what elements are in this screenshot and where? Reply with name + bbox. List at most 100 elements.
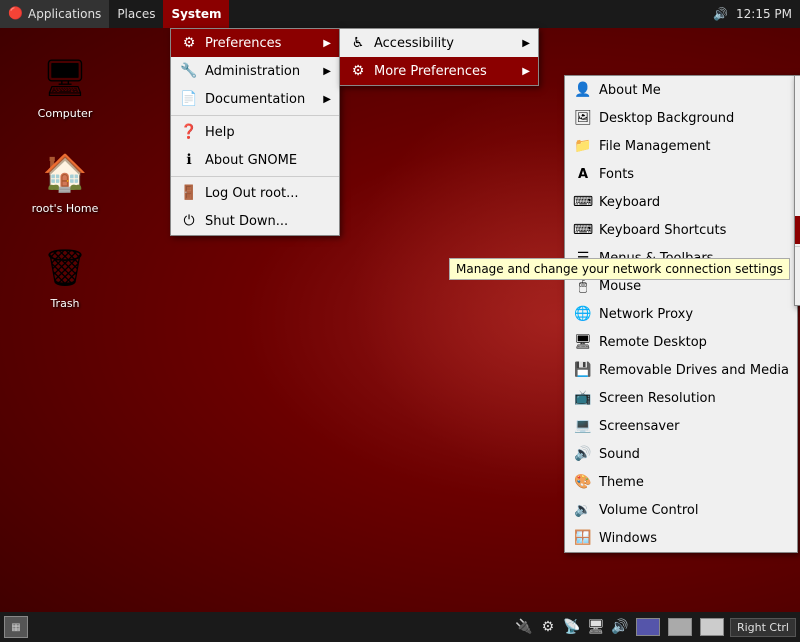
volume-control-label: Volume Control	[599, 503, 789, 518]
windows-icon: 🪟	[573, 528, 593, 548]
windows-label: Windows	[599, 531, 789, 546]
keyboard-label: Keyboard	[599, 195, 789, 210]
menu-item-screensaver[interactable]: 💻 Screensaver	[565, 412, 797, 440]
more-prefs-arrow: ▶	[522, 66, 530, 77]
documentation-label: Documentation	[205, 92, 315, 107]
menu-item-shutdown[interactable]: ⏻ Shut Down...	[171, 207, 339, 235]
mouse-label: Mouse	[599, 279, 789, 294]
computer-label: Computer	[35, 106, 96, 121]
show-desktop-button[interactable]: ▦	[4, 616, 28, 638]
menu-item-administration[interactable]: 🔧 Administration ▶	[171, 57, 339, 85]
accessibility-arrow: ▶	[522, 38, 530, 49]
menu-item-input-method[interactable]: ⌨ Input Method	[795, 132, 800, 160]
menu-item-sessions[interactable]: 🔄 Sessions	[795, 277, 800, 305]
menu-item-multimedia[interactable]: 🎵 Multimedia Systems Selector	[795, 188, 800, 216]
menu-item-mouse[interactable]: 🖱 Mouse	[565, 272, 797, 300]
more-prefs-label: More Preferences	[374, 64, 514, 79]
right-ctrl-label: Right Ctrl	[730, 618, 796, 637]
menu-item-fonts[interactable]: A Fonts	[565, 160, 797, 188]
menu-item-cd-database[interactable]: 💿 CD Database Server	[795, 76, 800, 104]
menu-item-about-me[interactable]: 👤 About Me	[565, 76, 797, 104]
tray-icon-1[interactable]: 🔌	[514, 617, 534, 637]
menu-item-preferences[interactable]: ⚙ Preferences ▶	[171, 29, 339, 57]
bottom-panel-left: ▦	[0, 616, 28, 638]
menu-item-default-printer[interactable]: 🖨 Default Printer	[795, 104, 800, 132]
menu-item-keyboard[interactable]: ⌨ Keyboard	[565, 188, 797, 216]
menu-item-removable-drives[interactable]: 💾 Removable Drives and Media	[565, 356, 797, 384]
computer-icon[interactable]: 🖥 Computer	[20, 50, 110, 125]
menu-item-theme[interactable]: 🎨 Theme	[565, 468, 797, 496]
file-mgmt-label: File Management	[599, 139, 789, 154]
separator-right-1	[795, 246, 800, 247]
shutdown-label: Shut Down...	[205, 214, 331, 229]
sound-label: Sound	[599, 447, 789, 462]
tray-icon-3[interactable]: 📡	[562, 617, 582, 637]
trash-label: Trash	[47, 296, 82, 311]
color-swatch-2	[668, 618, 692, 636]
menu-item-remote-desktop[interactable]: 🖥 Remote Desktop	[565, 328, 797, 356]
menu-item-preferred-apps[interactable]: ⭐ Preferred Applications	[795, 249, 800, 277]
system-menu-button[interactable]: System	[163, 0, 229, 28]
menu-item-volume-control[interactable]: 🔉 Volume Control	[565, 496, 797, 524]
screensaver-icon: 💻	[573, 416, 593, 436]
screen-resolution-label: Screen Resolution	[599, 391, 789, 406]
places-menu-button[interactable]: Places	[109, 0, 163, 28]
menu-item-keyboard-shortcuts[interactable]: ⌨ Keyboard Shortcuts	[565, 216, 797, 244]
keyboard-shortcuts-icon: ⌨	[573, 220, 593, 240]
menu-item-menus-toolbars[interactable]: ☰ Menus & Toolbars	[565, 244, 797, 272]
menu-item-desktop-bg[interactable]: 🖼 Desktop Background	[565, 104, 797, 132]
administration-label: Administration	[205, 64, 315, 79]
menu-item-help[interactable]: ❓ Help	[171, 118, 339, 146]
network-submenu[interactable]: 💿 CD Database Server 🖨 Default Printer ⌨…	[794, 75, 800, 306]
remote-desktop-label: Remote Desktop	[599, 335, 789, 350]
menu-item-windows[interactable]: 🪟 Windows	[565, 524, 797, 552]
about-me-icon: 👤	[573, 80, 593, 100]
preferences-icon: ⚙	[179, 33, 199, 53]
remote-desktop-icon: 🖥	[573, 332, 593, 352]
home-icon-img: 🏠	[41, 149, 89, 197]
administration-arrow: ▶	[323, 66, 331, 77]
system-menu[interactable]: ⚙ Preferences ▶ 🔧 Administration ▶ 📄 Doc…	[170, 28, 340, 236]
bottom-panel-right: 🔌 ⚙ 📡 🖥 🔊 Right Ctrl	[514, 617, 800, 637]
more-preferences-menu[interactable]: 👤 About Me 🖼 Desktop Background 📁 File M…	[564, 75, 798, 553]
menus-toolbars-label: Menus & Toolbars	[599, 251, 789, 266]
removable-drives-label: Removable Drives and Media	[599, 363, 789, 378]
panel-right: 🔊 12:15 PM	[713, 7, 800, 21]
preferences-arrow: ▶	[323, 38, 331, 49]
menu-item-documentation[interactable]: 📄 Documentation ▶	[171, 85, 339, 113]
menu-item-sound[interactable]: 🔊 Sound	[565, 440, 797, 468]
home-label: root's Home	[29, 201, 102, 216]
fonts-label: Fonts	[599, 167, 789, 182]
tray-icon-2[interactable]: ⚙	[538, 617, 558, 637]
menu-item-network-proxy[interactable]: 🌐 Network Proxy	[565, 300, 797, 328]
logout-label: Log Out root...	[205, 186, 331, 201]
menu-item-network-connections[interactable]: 🌐 Network Connections	[795, 216, 800, 244]
home-icon[interactable]: 🏠 root's Home	[20, 145, 110, 220]
screensaver-label: Screensaver	[599, 419, 789, 434]
separator-1	[171, 115, 339, 116]
help-label: Help	[205, 125, 331, 140]
keyboard-icon: ⌨	[573, 192, 593, 212]
trash-icon[interactable]: 🗑 Trash	[20, 240, 110, 315]
bottom-panel: ▦ 🔌 ⚙ 📡 🖥 🔊 Right Ctrl	[0, 612, 800, 642]
network-proxy-icon: 🌐	[573, 304, 593, 324]
help-icon: ❓	[179, 122, 199, 142]
menu-item-menu-layout[interactable]: ☰ Menu Layout	[795, 160, 800, 188]
desktop: 🔴 Applications Places System 🔊 12:15 PM …	[0, 0, 800, 642]
menu-item-more-preferences[interactable]: ⚙ More Preferences ▶	[340, 57, 538, 85]
trash-icon-img: 🗑	[41, 244, 89, 292]
menu-item-logout[interactable]: 🚪 Log Out root...	[171, 179, 339, 207]
top-panel: 🔴 Applications Places System 🔊 12:15 PM	[0, 0, 800, 28]
menu-item-file-mgmt[interactable]: 📁 File Management	[565, 132, 797, 160]
volume-tray-icon[interactable]: 🔊	[713, 7, 728, 21]
menu-item-screen-resolution[interactable]: 📺 Screen Resolution	[565, 384, 797, 412]
preferences-menu[interactable]: ♿ Accessibility ▶ ⚙ More Preferences ▶	[339, 28, 539, 86]
tray-icon-4[interactable]: 🖥	[586, 617, 606, 637]
tray-icon-5[interactable]: 🔊	[610, 617, 630, 637]
menu-item-accessibility[interactable]: ♿ Accessibility ▶	[340, 29, 538, 57]
about-gnome-label: About GNOME	[205, 153, 331, 168]
separator-2	[171, 176, 339, 177]
menu-item-about-gnome[interactable]: ℹ About GNOME	[171, 146, 339, 174]
applications-menu-button[interactable]: 🔴 Applications	[0, 0, 109, 28]
accessibility-label: Accessibility	[374, 36, 514, 51]
